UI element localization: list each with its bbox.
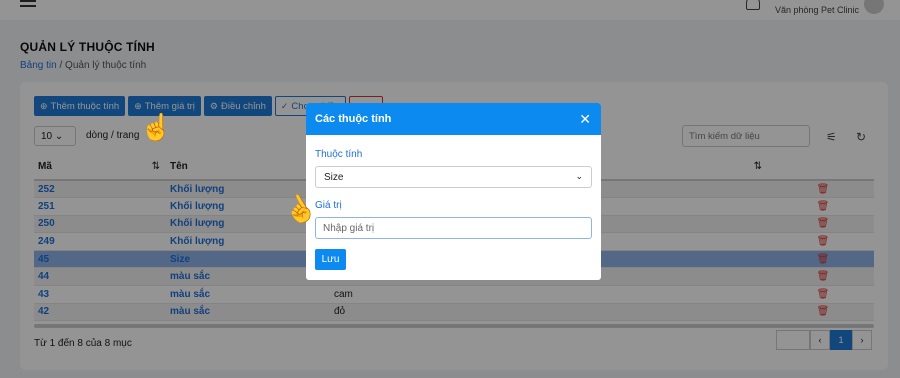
- attribute-modal: Các thuộc tính ✕ Thuộc tính Size ⌄ Giá t…: [306, 103, 601, 280]
- save-button[interactable]: Lưu: [315, 249, 346, 270]
- chevron-down-icon: ⌄: [575, 171, 583, 181]
- value-input[interactable]: Nhập giá trị: [315, 217, 592, 239]
- modal-title: Các thuộc tính: [315, 113, 392, 125]
- modal-header: Các thuộc tính ✕: [306, 103, 601, 135]
- attribute-select[interactable]: Size ⌄: [315, 166, 592, 188]
- pointing-hand-icon: ☝: [140, 112, 173, 142]
- attribute-label: Thuộc tính: [315, 149, 363, 160]
- close-icon[interactable]: ✕: [579, 111, 591, 128]
